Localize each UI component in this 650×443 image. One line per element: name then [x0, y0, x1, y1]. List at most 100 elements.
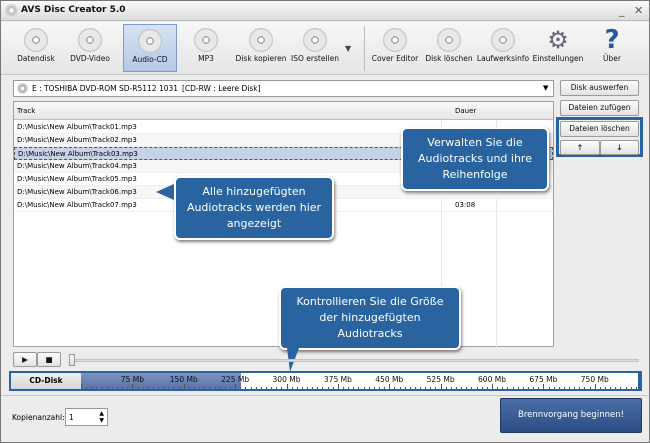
toolbar-label: Audio-CD	[132, 55, 168, 64]
scale-tick	[414, 387, 416, 389]
column-duration[interactable]: Dauer	[455, 107, 476, 115]
scale-tick	[558, 387, 560, 389]
drive-info-icon	[491, 28, 515, 52]
start-burn-button[interactable]: Brennvorgang beginnen!	[500, 398, 642, 433]
scale-tick	[368, 387, 370, 389]
stepper-arrows-icon[interactable]: ▲ ▼	[99, 410, 104, 424]
more-dropdown-icon[interactable]: ▼	[345, 44, 351, 53]
toolbar-iso-button[interactable]: ISO erstellen	[288, 24, 342, 72]
scale-tick	[106, 387, 108, 389]
toolbar-label: DVD-Video	[70, 54, 110, 63]
track-list-header: Track Dauer	[14, 102, 553, 120]
scale-tick	[312, 387, 314, 389]
scale-tick	[394, 387, 396, 389]
scale-tick	[389, 384, 391, 389]
data-disc-icon	[24, 28, 48, 52]
move-down-button[interactable]: 🡓	[600, 140, 639, 155]
scale-tick	[337, 384, 339, 389]
scale-tick	[194, 387, 196, 389]
scale-tick	[158, 387, 160, 389]
scale-tick	[178, 387, 180, 389]
scale-tick	[291, 387, 293, 389]
minimize-button[interactable]: _	[619, 4, 625, 17]
move-up-button[interactable]: 🡑	[560, 140, 600, 155]
scale-tick	[271, 387, 273, 389]
copy-disc-icon	[249, 28, 273, 52]
scale-tick	[255, 387, 257, 389]
scale-tick	[358, 387, 360, 389]
scale-tick	[481, 387, 483, 389]
scale-tick	[214, 387, 216, 389]
scale-tick	[142, 387, 144, 389]
scale-label: 225 Mb	[221, 375, 250, 384]
scale-tick	[409, 387, 411, 389]
scale-tick	[111, 387, 113, 389]
scale-tick	[147, 387, 149, 389]
scale-tick	[127, 387, 129, 389]
scale-tick	[188, 387, 190, 389]
toolbar-erase-disc-button[interactable]: Disk löschen	[422, 24, 476, 72]
disc-size-bar: CD-Disk 75 Mb 150 Mb 225 Mb 300 Mb 375 Mb 450…	[9, 371, 642, 391]
playback-slider-thumb[interactable]	[69, 354, 75, 366]
track-path: D:\Music\New Album\Track05.mp3	[17, 175, 137, 183]
toolbar-label: Cover Editor	[371, 54, 419, 63]
track-path: D:\Music\New Album\Track03.mp3	[18, 150, 138, 158]
scale-tick	[502, 387, 504, 389]
toolbar-data-disc-button[interactable]: Datendisk	[9, 24, 63, 72]
playback-slider[interactable]	[69, 359, 639, 362]
toolbar-mp3-button[interactable]: MP3	[179, 24, 233, 72]
scale-label: 375 Mb	[323, 375, 352, 384]
scale-tick	[260, 387, 262, 389]
scale-label: 750 Mb	[580, 375, 609, 384]
toolbar-audio-cd-button[interactable]: Audio-CD	[123, 24, 177, 72]
toolbar-label: Datendisk	[17, 54, 55, 63]
used-space-fill	[81, 373, 242, 389]
scale-tick	[322, 387, 324, 389]
copies-stepper[interactable]: 1 ▲ ▼	[65, 408, 108, 426]
scale-tick	[450, 387, 452, 389]
toolbar-help-button[interactable]: ? Über	[585, 24, 639, 72]
scale-tick	[122, 387, 124, 389]
scale-tick	[563, 387, 565, 389]
drive-select[interactable]: E : TOSHIBA DVD-ROM SD-R5112 1031 [CD-RW…	[13, 80, 554, 97]
play-button[interactable]: ▶	[13, 352, 37, 367]
delete-files-button[interactable]: Dateien löschen	[560, 121, 639, 137]
toolbar-label: Über	[603, 54, 621, 63]
toolbar-cover-editor-button[interactable]: Cover Editor	[368, 24, 422, 72]
track-path: D:\Music\New Album\Track07.mp3	[17, 201, 137, 209]
scale-tick	[265, 387, 267, 389]
scale-tick	[101, 387, 103, 389]
scale-tick	[348, 387, 350, 389]
toolbar-drive-info-button[interactable]: Laufwerksinfo	[476, 24, 530, 72]
toolbar-gear-button[interactable]: ⚙ Einstellungen	[531, 24, 585, 72]
scale-tick	[250, 387, 252, 389]
scale-tick	[327, 387, 329, 389]
scale-tick	[363, 387, 365, 389]
scale-tick	[168, 387, 170, 389]
close-button[interactable]: ✕	[634, 4, 643, 17]
stop-button[interactable]: ■	[37, 352, 61, 367]
disc-type-label[interactable]: CD-Disk	[11, 373, 81, 389]
column-track[interactable]: Track	[17, 107, 35, 115]
scale-tick	[584, 387, 586, 389]
scale-tick	[456, 387, 458, 389]
eject-disc-button[interactable]: Disk auswerfen	[560, 80, 639, 96]
scale-tick	[137, 387, 139, 389]
scale-tick	[435, 387, 437, 389]
toolbar-separator	[364, 26, 365, 71]
scale-tick	[378, 387, 380, 389]
scale-label: 525 Mb	[426, 375, 455, 384]
scale-tick	[281, 387, 283, 389]
scale-tick	[569, 387, 571, 389]
scale-tick	[317, 387, 319, 389]
copies-label: Kopienanzahl:	[12, 413, 65, 422]
toolbar-dvd-video-button[interactable]: DVD-Video	[63, 24, 117, 72]
scale-tick	[353, 387, 355, 389]
toolbar-copy-disc-button[interactable]: Disk kopieren	[234, 24, 288, 72]
toolbar: ▼ Datendisk DVD-Video Audio-CD MP3 Disk kopi…	[1, 22, 649, 75]
add-files-button[interactable]: Dateien zufügen	[560, 100, 639, 116]
scale-tick	[635, 387, 637, 389]
scale-tick	[199, 387, 201, 389]
scale-tick	[507, 387, 509, 389]
scale-tick	[625, 387, 627, 389]
